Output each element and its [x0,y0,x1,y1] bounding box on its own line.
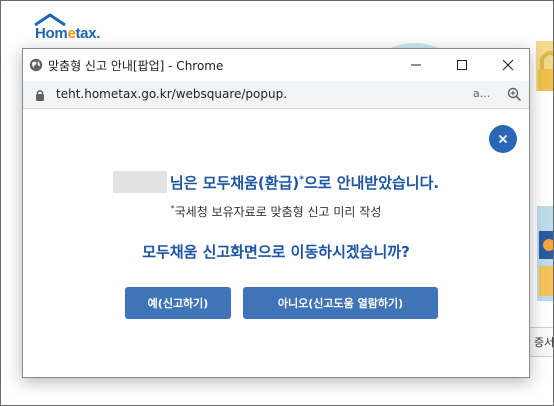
window-close-button[interactable] [485,49,529,81]
popup-close-button[interactable] [489,125,517,153]
confirm-question: 모두채움 신고화면으로 이동하시겠습니까? [142,243,410,261]
partial-menu-label: 증서 [534,336,554,349]
button-row: 예(신고하기) 아니오(신고도움 열람하기) [23,287,529,319]
popup-content: 님은 모두채움(환급)*으로 안내받았습니다. *국세청 보유자료로 맞춤형 신… [23,109,529,377]
logo-text: Hometax. [35,25,101,42]
guidance-message: 님은 모두채움(환급)*으로 안내받았습니다. [23,171,529,193]
address-bar[interactable]: teht.hometax.go.kr/websquare/popup. a... [23,81,529,109]
globe-icon [29,58,43,72]
guidance-footnote: *국세청 보유자료로 맞춤형 신고 미리 작성 [170,204,382,219]
maximize-button[interactable] [439,49,485,81]
window-title: 맞춤형 신고 안내[팝업] - Chrome [48,59,224,73]
url-text[interactable]: teht.hometax.go.kr/websquare/popup. [56,87,287,101]
guidance-text: 님은 모두채움(환급)*으로 안내받았습니다. [169,173,440,192]
minimize-icon [411,64,421,66]
zoom-in-icon[interactable] [507,87,522,102]
document-illustration-icon [537,206,553,301]
minimize-button[interactable] [393,49,439,81]
translate-icon[interactable]: a... [473,87,490,100]
chrome-popup-window: 맞춤형 신고 안내[팝업] - Chrome teht.hometax.go.k… [22,48,530,378]
close-icon [502,59,514,71]
yes-file-return-button[interactable]: 예(신고하기) [125,287,231,319]
no-view-help-button[interactable]: 아니오(신고도움 열람하기) [243,287,438,319]
redacted-user-name [112,171,167,193]
maximize-icon [457,60,467,70]
lock-icon[interactable] [35,89,45,101]
hometax-logo[interactable]: Hometax. [31,13,111,47]
window-titlebar[interactable]: 맞춤형 신고 안내[팝업] - Chrome [23,49,529,81]
close-icon [498,134,508,144]
